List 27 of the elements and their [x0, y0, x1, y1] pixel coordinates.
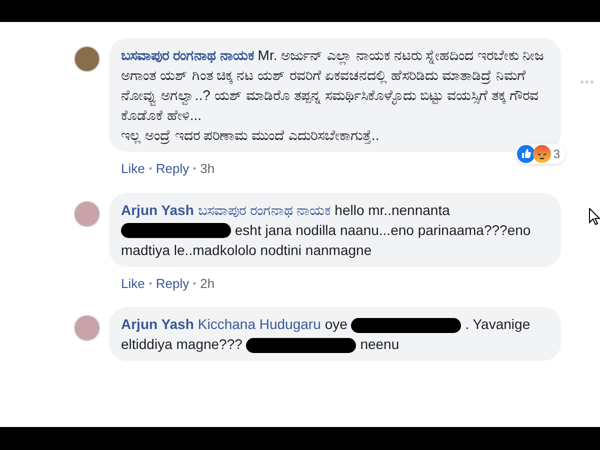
reply-link[interactable]: Reply	[156, 274, 190, 293]
avatar[interactable]	[74, 46, 100, 72]
reaction-badge[interactable]: 3	[515, 144, 565, 164]
separator-dot-icon	[148, 167, 152, 170]
mention-link[interactable]: Kicchana Hudugaru	[198, 316, 321, 332]
separator-dot-icon	[193, 167, 196, 170]
author-link[interactable]: Arjun Yash	[121, 316, 194, 332]
like-link[interactable]: Like	[121, 274, 145, 293]
more-options-icon[interactable]	[580, 80, 594, 84]
separator-dot-icon	[193, 282, 196, 285]
avatar[interactable]	[74, 315, 100, 341]
author-link[interactable]: Arjun Yash	[121, 202, 194, 218]
avatar[interactable]	[74, 200, 100, 226]
timestamp-link[interactable]: 2h	[200, 274, 215, 293]
author-link[interactable]: ಬಸವಾಪುರ ರಂಗನಾಥ ನಾಯಕ	[121, 47, 254, 63]
comment-text: ಬಸವಾಪುರ ರಂಗನಾಥ ನಾಯಕ Mr. ಅರ್ಜುನ್ ಎಲ್ಲಾ ನಾಯಕ ನಟರು ಸ್ನೇಹದಿಂದ ಇರಬೇಕು ನೀಜ ಅಗಾಂತ ಯಶ್ ಗಿಂತ ಚಿಕ್ಕ ನಟ ಯಶ್ ರವರಿಗೆ ಏಕವಚನದಲ್ಲಿ ಹೆಸರಿಡಿದು ಮಾತಾಡಿದ್ರೆ ನಿಮಗೆ ನೋವ್ವು ಅಗಲ್ವಾ..? ಯಶ್ ಮಾಡಿರೊ ತಪ್ಪನ್ನ ಸಮರ್ಥಿಸಿಕೊಳ್ಳೊದು ಬಿಟ್ಟು ವಯಸ್ಸಿಗೆ ತಕ್ಕ ಗೌರವ ಕೊಡೊಕೆ ಹೇಳಿ... ಇಲ್ಲ ಅಂದ್ರೆ ಇದರ ಪರಿಣಾಮ ಮುಂದೆ ಎದುರಿಸಬೇಕಾಗುತ್ತೆ..	[121, 46, 544, 145]
like-link[interactable]: Like	[121, 159, 145, 178]
comment-text: Arjun Yash Kicchana Hudugaru oye . Yavanige eltiddiya magne??? neenu	[121, 315, 532, 354]
comment-text: Arjun Yash ಬಸವಾಪುರ ರಂಗನಾಥ ನಾಯಕ hello mr..nennanta esht jana nodilla naanu...eno parinaama???eno madtiya le..madkololo nodtini nanmagne	[121, 200, 532, 260]
reaction-count: 3	[553, 146, 561, 163]
timestamp-link[interactable]: 3h	[200, 159, 215, 178]
thumbs-up-icon	[517, 145, 536, 163]
angry-face-icon	[533, 145, 552, 163]
mouse-pointer-icon	[589, 208, 600, 225]
separator-dot-icon	[148, 282, 152, 285]
reply-link[interactable]: Reply	[156, 159, 190, 178]
mention-link[interactable]: ಬಸವಾಪುರ ರಂಗನಾಥ ನಾಯಕ	[198, 202, 331, 218]
